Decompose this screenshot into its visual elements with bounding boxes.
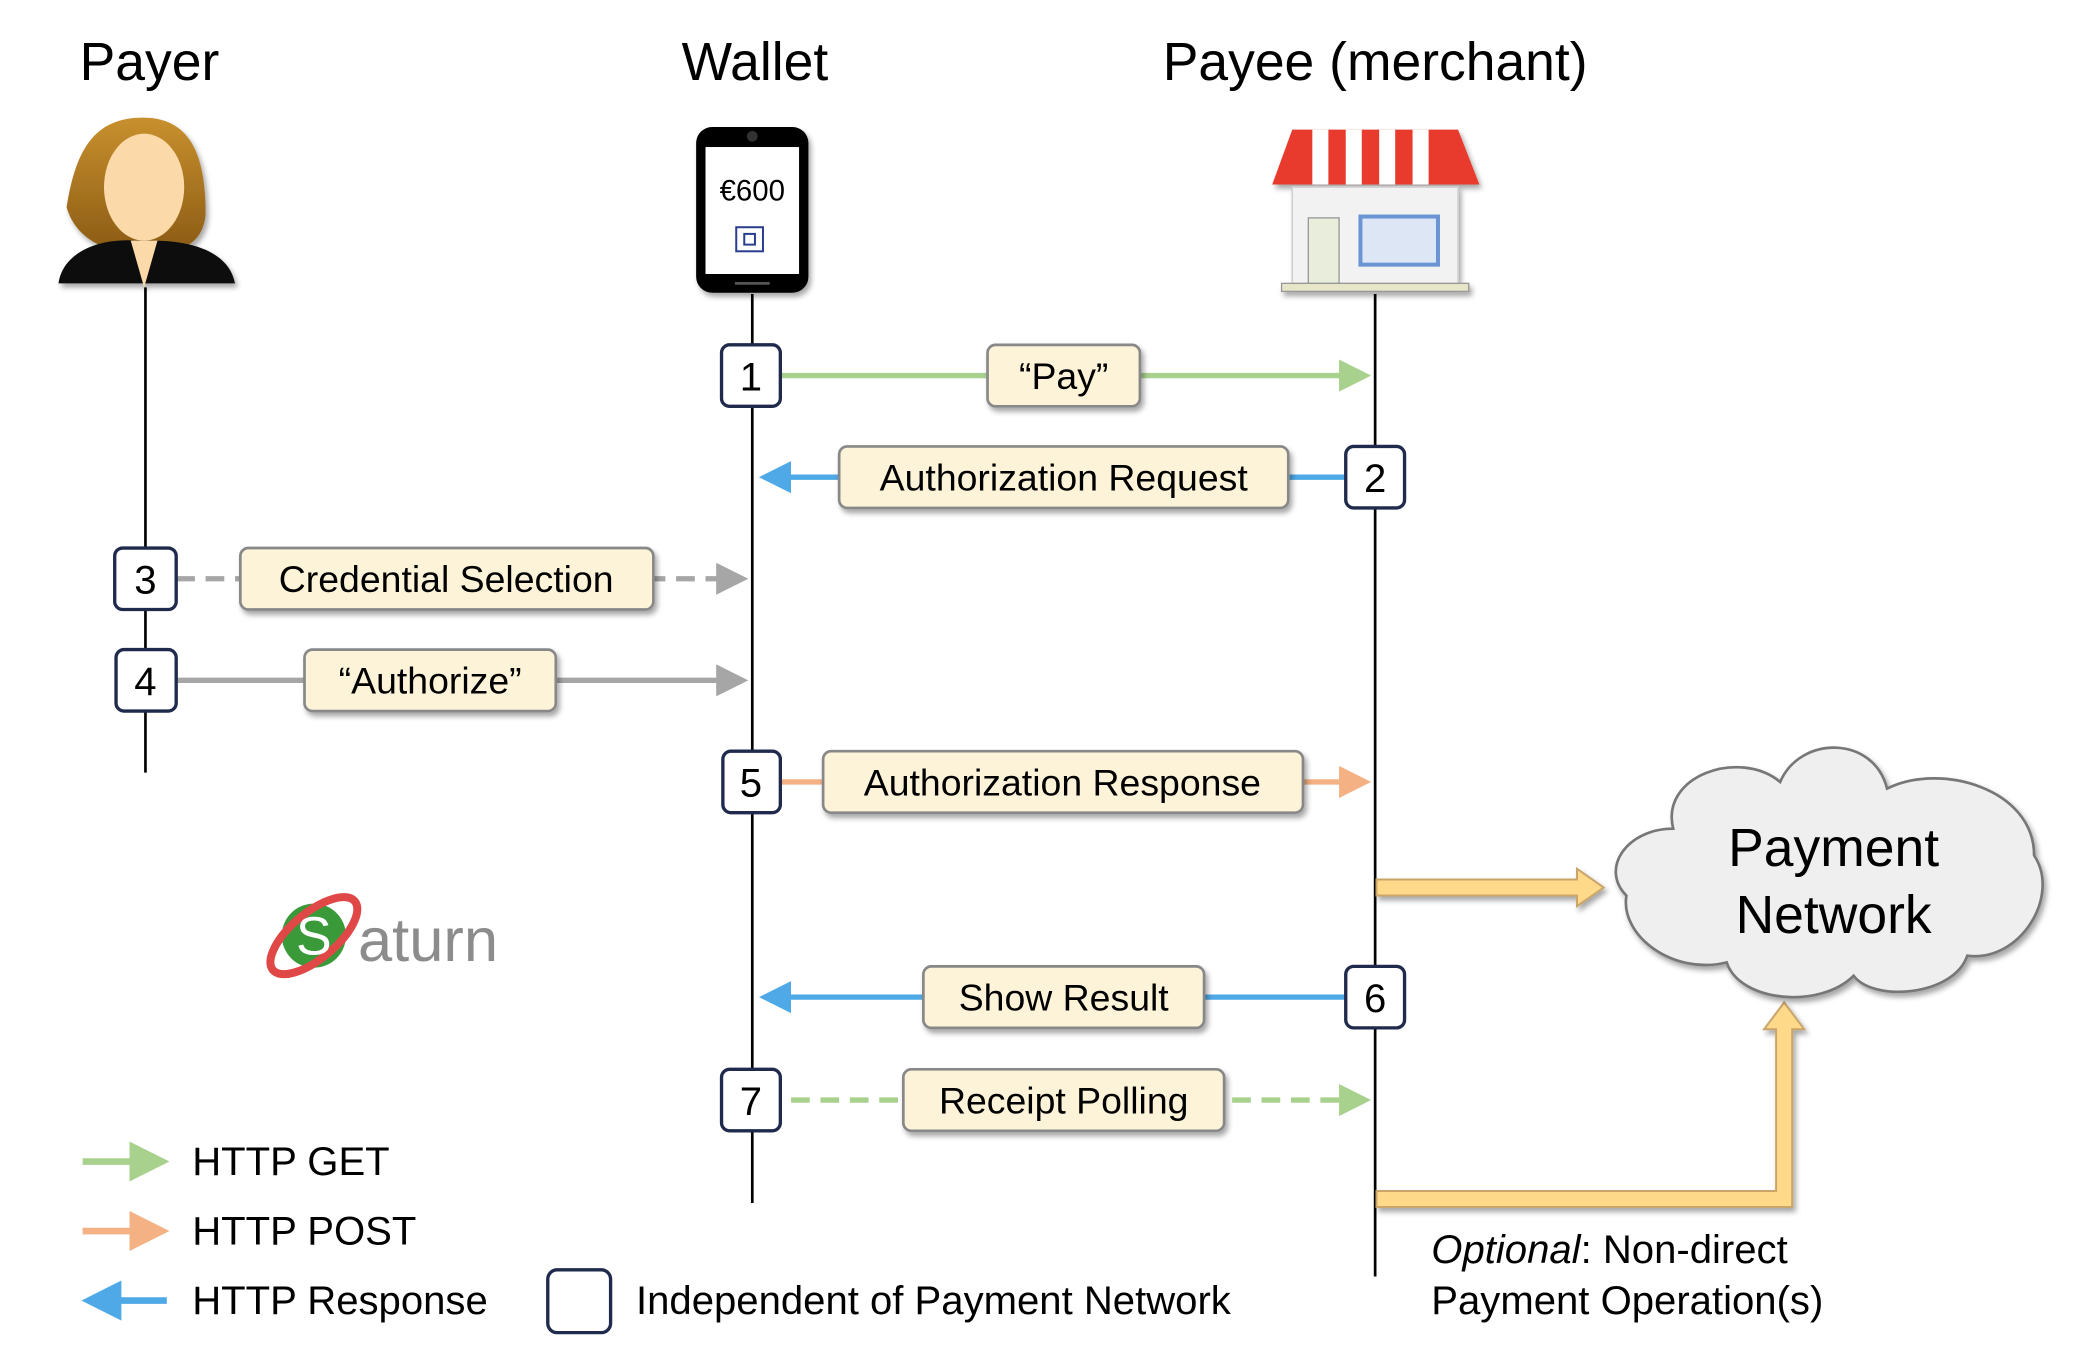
step-3-number: 3	[134, 558, 156, 602]
step-7-number: 7	[740, 1080, 762, 1124]
legend-independent-label: Independent of Payment Network	[636, 1279, 1232, 1323]
step-1-label: “Pay”	[1019, 355, 1108, 397]
merchant-store-icon	[1272, 129, 1480, 293]
legend-post-label: HTTP POST	[192, 1209, 416, 1253]
payer-person-icon	[58, 117, 235, 288]
legend-independent-box	[546, 1268, 613, 1335]
legend-response-label: HTTP Response	[192, 1279, 488, 1323]
step-6-number: 6	[1364, 977, 1386, 1021]
optional-note-line1: Optional: Non-direct	[1431, 1228, 1787, 1272]
optional-note-line2: Payment Operation(s)	[1431, 1279, 1823, 1323]
step-2-number: 2	[1364, 457, 1386, 501]
actor-payee-title: Payee (merchant)	[1163, 33, 1588, 92]
step-5-label: Authorization Response	[864, 761, 1261, 803]
cloud-label-line2: Network	[1736, 886, 1932, 945]
svg-text:S: S	[296, 907, 332, 966]
saturn-logo: S aturn	[266, 893, 498, 979]
step-4-number: 4	[134, 660, 156, 704]
step-4-label: “Authorize”	[339, 660, 522, 702]
wallet-amount: €600	[720, 174, 785, 207]
svg-text:aturn: aturn	[358, 906, 498, 975]
step-7-label: Receipt Polling	[939, 1079, 1189, 1121]
payment-network-arrow	[1375, 866, 1606, 909]
step-1-number: 1	[740, 355, 762, 399]
legend-get-label: HTTP GET	[192, 1140, 389, 1184]
step-6-label: Show Result	[959, 976, 1170, 1018]
step-2-label: Authorization Request	[880, 457, 1249, 499]
step-5-number: 5	[740, 762, 762, 806]
wallet-phone-icon	[696, 126, 809, 293]
cloud-label-line1: Payment	[1728, 819, 1939, 878]
actor-wallet-title: Wallet	[682, 33, 829, 92]
actor-payer-title: Payer	[80, 33, 220, 92]
step-3-label: Credential Selection	[279, 558, 614, 600]
optional-operation-arrow	[1375, 1000, 1807, 1208]
payment-sequence-diagram: Payer Wallet Payee (merchant) €600 Payme…	[58, 33, 2044, 1335]
